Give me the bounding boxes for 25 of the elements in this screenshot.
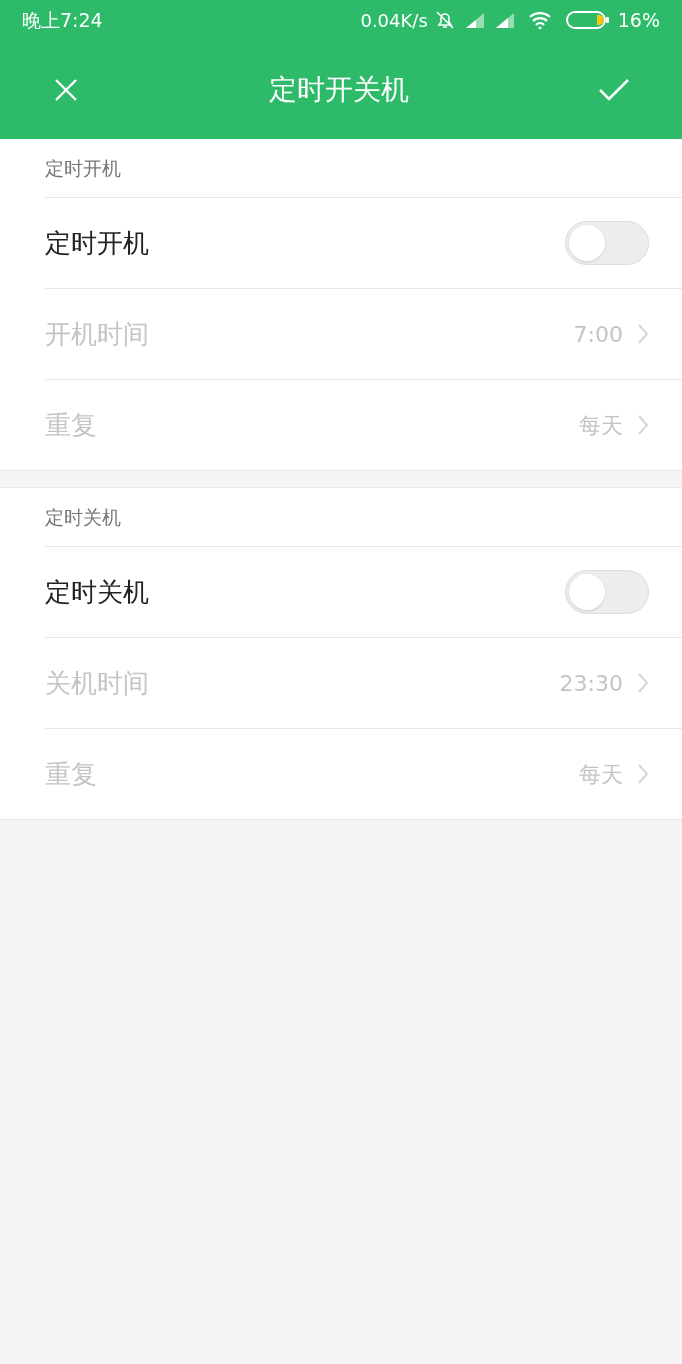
section-header: 定时关机 [45, 504, 121, 530]
chevron-right-icon [637, 672, 649, 694]
setting-label: 重复 [45, 408, 97, 442]
toggle-switch[interactable] [565, 570, 649, 614]
setting-value: 23:30 [559, 669, 623, 698]
section-header: 定时开机 [45, 155, 121, 181]
chevron-right-icon [637, 323, 649, 345]
status-time: 晚上7:24 [22, 7, 103, 33]
setting-value: 7:00 [573, 320, 623, 349]
chevron-right-icon [637, 763, 649, 785]
battery-icon [565, 10, 610, 30]
setting-label: 关机时间 [45, 666, 149, 700]
wifi-icon [527, 11, 552, 29]
setting-value: 每天 [579, 760, 623, 789]
toggle-switch[interactable] [565, 221, 649, 265]
network-speed: 0.04K/s [360, 8, 428, 33]
setting-label: 开机时间 [45, 317, 149, 351]
page-title: 定时开关机 [269, 71, 409, 108]
setting-label: 重复 [45, 757, 97, 791]
switch-label: 定时关机 [45, 575, 149, 609]
battery-percent: 16% [617, 7, 660, 33]
bell-muted-icon [433, 9, 456, 31]
chevron-right-icon [637, 414, 649, 436]
setting-value: 每天 [579, 411, 623, 440]
switch-label: 定时开机 [45, 226, 149, 260]
